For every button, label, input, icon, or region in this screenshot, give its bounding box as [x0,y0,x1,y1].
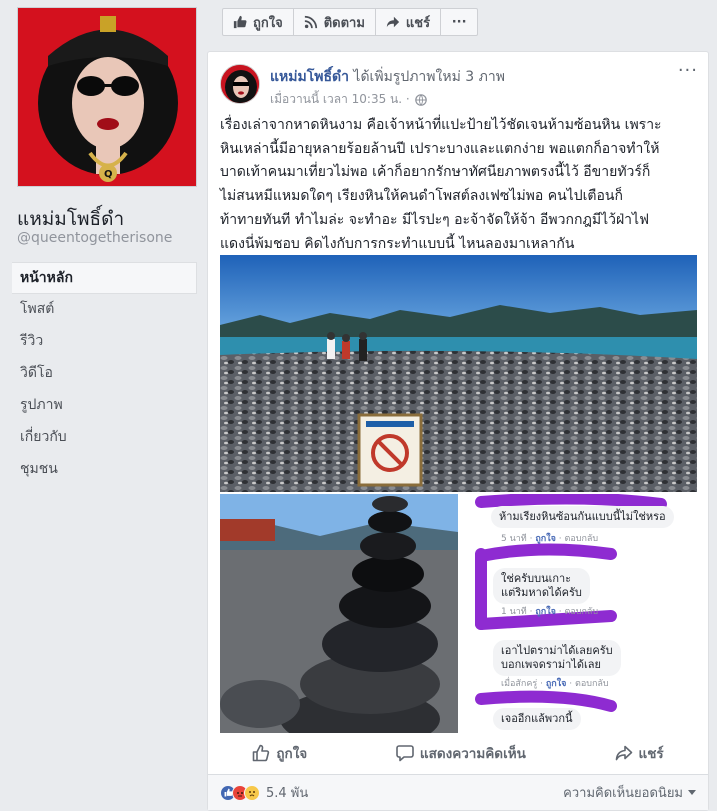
post-comment-label: แสดงความคิดเห็น [419,746,526,762]
post-photo-stone-stack[interactable] [220,494,458,733]
post-text-line: เรื่องเล่าจากหาดหินงาม คือเจ้าหน้าที่แปะ… [220,117,662,133]
page-handle[interactable]: @queentogetherisone [17,230,172,246]
comment-bubble-icon [396,745,414,762]
rss-icon [304,15,317,29]
comment-bubble: เจออีกแล้พวกนี้ [493,708,581,730]
nav-item-videos[interactable]: วิดีโอ [12,358,197,390]
post-text-line: หินเหล่านี้มีอายุหลายร้อยล้านปี เปราะบาง… [220,140,660,157]
comment-meta: 1 นาที · ถูกใจ · ตอบกลับ [501,607,599,617]
page-like-button[interactable]: ถูกใจ [222,8,294,36]
post-action-row: ถูกใจ แสดงความคิดเห็น แชร์ [208,735,708,771]
post-author-name[interactable]: แหม่มโพธิ์ดำ [270,69,349,85]
page-action-bar: ถูกใจ ติดตาม แชร์ ··· [222,8,479,36]
share-outline-icon [615,745,632,761]
nav-item-reviews[interactable]: รีวิว [12,326,197,358]
comment-bubble: เอาไปตราม่าได้เลยครับ บอกเพจดราม่าได้เลย [493,640,621,676]
post-text-line: ท้าทายทันที ทำไมล่ะ จะทำอะ มีไรปะๆ อะจ้า… [220,211,649,228]
post-body: เรื่องเล่าจากหาดหินงาม คือเจ้าหน้าที่แปะ… [220,114,700,256]
share-arrow-icon [386,16,400,28]
follow-button[interactable]: ติดตาม [292,8,376,36]
post-like-label: ถูกใจ [276,746,308,762]
more-icon: ··· [451,14,467,30]
post-text-line: ไม่สนหมีแหมดใดๆ เรียงหินให้คนดำโพสต์ลงเฟ… [220,188,623,205]
nav-item-posts[interactable]: โพสต์ [12,294,197,326]
sad-reaction-icon [244,784,260,801]
comment-bubble: ใช่ครับบนเกาะ แต่ริมหาดได้ครับ [493,568,590,604]
post-comment-button[interactable]: แสดงความคิดเห็น [396,742,526,764]
post-header: แหม่มโพธิ์ดำ ได้เพิ่มรูปภาพใหม่ 3 ภาพ [270,66,505,88]
follow-label: ติดตาม [323,15,365,31]
left-column: Q แหม่มโพธิ์ดำ @queentogetherisone หน้าห… [0,0,207,811]
reaction-count[interactable]: 5.4 พัน [266,782,308,803]
nav-item-community[interactable]: ชุมชน [12,454,197,486]
comment-bubble: ห้ามเรียงหินซ้อนกันแบบนี้ไม่ใช่หรอ [491,506,674,528]
comment-meta: 5 นาที · ถูกใจ · ตอบกลับ [501,534,599,544]
page-nav: หน้าหลัก โพสต์ รีวิว วิดีโอ รูปภาพ เกี่ย… [12,262,197,486]
more-options-button[interactable]: ··· [440,8,479,36]
svg-text:Q: Q [104,169,113,180]
comment-meta: เมื่อสักครู่ · ถูกใจ · ตอบกลับ [501,679,609,689]
nav-item-photos[interactable]: รูปภาพ [12,390,197,422]
post-action-text: ได้เพิ่มรูปภาพใหม่ 3 ภาพ [353,69,505,85]
page-like-label: ถูกใจ [253,15,283,31]
post-share-button[interactable]: แชร์ [615,742,664,764]
post-options-button[interactable]: ··· [678,60,698,81]
thumbs-up-outline-icon [253,744,270,762]
post-footer: 5.4 พัน ความคิดเห็นยอดนิยม [208,774,708,810]
post-like-button[interactable]: ถูกใจ [252,742,307,764]
page-share-button[interactable]: แชร์ [374,8,442,36]
nav-item-about[interactable]: เกี่ยวกับ [12,422,197,454]
post-photo-comment-screenshot[interactable]: ห้ามเรียงหินซ้อนกันแบบนี้ไม่ใช่หรอ 5 นาท… [461,494,697,733]
page-share-label: แชร์ [405,15,431,31]
reactions-summary[interactable]: 5.4 พัน [220,782,308,803]
globe-icon[interactable] [414,93,427,106]
post-photo-beach[interactable] [220,255,697,492]
post-share-label: แชร์ [638,746,664,762]
post-card: แหม่มโพธิ์ดำ ได้เพิ่มรูปภาพใหม่ 3 ภาพ เม… [207,51,709,811]
comment-sort-dropdown[interactable]: ความคิดเห็นยอดนิยม [563,782,696,803]
post-text-line: แดงนี่พ้มชอบ คิดไงกับการกระทำแบบนี้ ไหนล… [220,235,575,252]
comment-sort-label: ความคิดเห็นยอดนิยม [563,786,683,801]
post-author-avatar[interactable] [220,64,260,104]
thumbs-up-icon [233,15,247,29]
nav-item-home[interactable]: หน้าหลัก [12,262,197,294]
post-timestamp[interactable]: เมื่อวานนี้ เวลา 10:35 น. · [270,90,410,109]
post-text-line: บาดเท้าคนมาเที่ยวไม่พอ เค้าก็อยากรักษาทั… [220,164,651,181]
caret-down-icon [688,789,696,795]
post-meta: เมื่อวานนี้ เวลา 10:35 น. · [270,90,427,109]
page-avatar[interactable]: Q [17,7,197,187]
